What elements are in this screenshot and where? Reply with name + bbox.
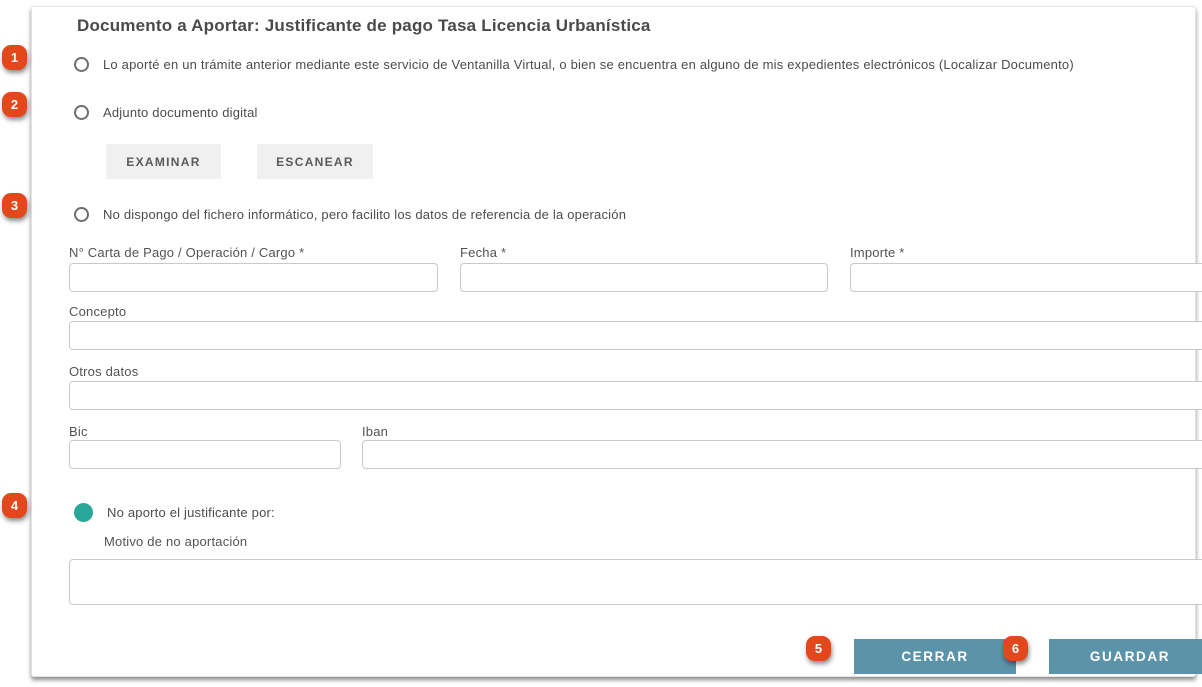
cerrar-button[interactable]: CERRAR bbox=[854, 639, 1016, 674]
page-title: Documento a Aportar: Justificante de pag… bbox=[77, 16, 651, 36]
escanear-button[interactable]: ESCANEAR bbox=[257, 144, 373, 179]
concepto-input[interactable] bbox=[69, 321, 1202, 350]
importe-input[interactable] bbox=[850, 263, 1202, 292]
fecha-input[interactable] bbox=[460, 263, 828, 292]
som-marker-6: 6 bbox=[1003, 636, 1028, 661]
option-previous-submission-label: Lo aporté en un trámite anterior mediant… bbox=[103, 56, 1074, 74]
option-no-justificante[interactable]: No aporto el justificante por: bbox=[74, 503, 275, 522]
otros-datos-input[interactable] bbox=[69, 381, 1202, 410]
motivo-textarea[interactable] bbox=[69, 559, 1202, 605]
carta-pago-input[interactable] bbox=[69, 263, 438, 292]
option-attach-digital[interactable]: Adjunto documento digital bbox=[74, 104, 258, 122]
importe-label: Importe * bbox=[850, 245, 905, 260]
examinar-button[interactable]: EXAMINAR bbox=[106, 144, 221, 179]
motivo-label: Motivo de no aportación bbox=[104, 534, 247, 549]
som-marker-3: 3 bbox=[2, 193, 27, 218]
document-upload-dialog: Documento a Aportar: Justificante de pag… bbox=[31, 6, 1196, 677]
som-marker-2: 2 bbox=[2, 92, 27, 117]
radio-no-justificante[interactable] bbox=[74, 503, 93, 522]
carta-pago-label: N° Carta de Pago / Operación / Cargo * bbox=[69, 245, 304, 260]
bic-label: Bic bbox=[69, 424, 88, 439]
som-marker-4: 4 bbox=[2, 493, 27, 518]
fecha-label: Fecha * bbox=[460, 245, 506, 260]
som-marker-1: 1 bbox=[2, 45, 27, 70]
som-marker-5: 5 bbox=[806, 636, 831, 661]
bic-input[interactable] bbox=[69, 440, 341, 469]
concepto-label: Concepto bbox=[69, 304, 126, 319]
iban-label: Iban bbox=[362, 424, 388, 439]
option-no-justificante-label: No aporto el justificante por: bbox=[107, 504, 275, 522]
option-attach-digital-label: Adjunto documento digital bbox=[103, 104, 258, 122]
option-previous-submission[interactable]: Lo aporté en un trámite anterior mediant… bbox=[74, 56, 1194, 74]
guardar-button[interactable]: GUARDAR bbox=[1049, 639, 1202, 674]
radio-previous-submission[interactable] bbox=[74, 57, 89, 72]
radio-attach-digital[interactable] bbox=[74, 105, 89, 120]
iban-input[interactable] bbox=[362, 440, 1202, 469]
option-reference-data-label: No dispongo del fichero informático, per… bbox=[103, 206, 626, 224]
otros-datos-label: Otros datos bbox=[69, 364, 138, 379]
option-reference-data[interactable]: No dispongo del fichero informático, per… bbox=[74, 206, 626, 224]
radio-reference-data[interactable] bbox=[74, 207, 89, 222]
